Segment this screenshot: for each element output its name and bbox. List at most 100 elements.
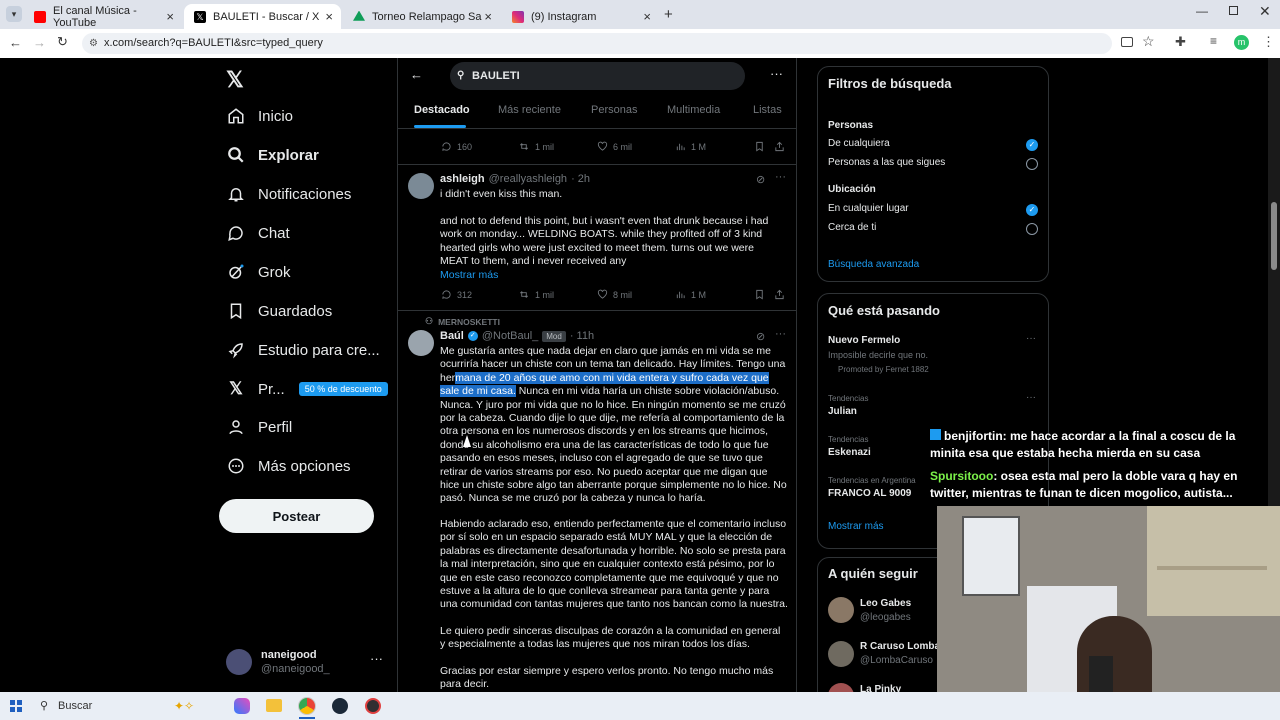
forward-icon[interactable]: → bbox=[33, 35, 46, 50]
filter-option-near-you[interactable]: Cerca de ti bbox=[828, 222, 876, 233]
post-baul[interactable]: ⚇ MERNOSKETTI Baúl ✓ @NotBaul_ Mod · 11h… bbox=[398, 311, 796, 692]
reply-button[interactable]: 312 bbox=[441, 289, 472, 300]
tab-label: Torneo Relampago Sanzi - Goo bbox=[372, 10, 482, 23]
radio-anywhere-checked[interactable]: ✓ bbox=[1026, 204, 1038, 216]
post-button[interactable]: Postear bbox=[219, 499, 374, 533]
minimize-button[interactable]: — bbox=[1196, 4, 1208, 18]
tab-x-search[interactable]: 𝕏 BAULETI - Buscar / X × bbox=[184, 4, 341, 29]
radio-anyone-checked[interactable]: ✓ bbox=[1026, 139, 1038, 151]
profile-avatar[interactable]: m bbox=[1234, 35, 1249, 50]
post-time[interactable]: · 11h bbox=[570, 330, 594, 342]
reply-button[interactable]: 160 bbox=[441, 141, 472, 152]
nav-item-notifications[interactable]: Notificaciones bbox=[226, 184, 351, 204]
drive-icon bbox=[353, 10, 365, 21]
tab-google-sheet[interactable]: Torneo Relampago Sanzi - Goo × bbox=[343, 4, 500, 29]
tab-personas[interactable]: Personas bbox=[591, 104, 637, 116]
filter-option-anywhere[interactable]: En cualquier lugar bbox=[828, 203, 909, 214]
site-info-icon[interactable]: ⚙ bbox=[89, 33, 98, 54]
obs-icon[interactable] bbox=[365, 698, 381, 714]
bookmark-icon[interactable] bbox=[754, 289, 765, 300]
advanced-search-link[interactable]: Búsqueda avanzada bbox=[828, 259, 919, 270]
close-icon[interactable]: × bbox=[643, 9, 651, 24]
chrome-icon[interactable] bbox=[298, 697, 316, 715]
steam-icon[interactable] bbox=[332, 698, 348, 714]
restore-button[interactable] bbox=[1229, 6, 1238, 15]
like-button[interactable]: 6 mil bbox=[597, 141, 632, 152]
browser-menu-icon[interactable]: ⋮ bbox=[1262, 34, 1275, 50]
author-name[interactable]: ashleigh bbox=[440, 173, 485, 185]
nav-item-premium[interactable]: 𝕏 Pr... 50 % de descuento bbox=[226, 379, 388, 399]
grok-icon[interactable]: ⊘ bbox=[756, 330, 765, 343]
avatar[interactable] bbox=[828, 641, 854, 667]
close-icon[interactable]: × bbox=[325, 9, 333, 24]
file-explorer-icon[interactable] bbox=[266, 699, 282, 712]
copilot-icon[interactable] bbox=[234, 698, 250, 714]
account-switcher[interactable]: naneigood @naneigood_ ··· bbox=[226, 649, 386, 683]
show-more-link[interactable]: Mostrar más bbox=[440, 269, 498, 281]
radio-following[interactable] bbox=[1026, 158, 1038, 170]
views-stat[interactable]: 1 M bbox=[675, 289, 706, 300]
nav-item-home[interactable]: Inicio bbox=[226, 106, 293, 126]
avatar[interactable] bbox=[828, 597, 854, 623]
windows-start-icon[interactable] bbox=[10, 700, 22, 712]
scrollbar-thumb[interactable] bbox=[1271, 202, 1277, 270]
more-icon[interactable]: ··· bbox=[775, 171, 786, 183]
more-icon[interactable]: ··· bbox=[775, 328, 786, 340]
nav-item-more[interactable]: Más opciones bbox=[226, 456, 351, 476]
nav-item-grok[interactable]: Grok bbox=[226, 262, 291, 282]
back-arrow-icon[interactable]: ← bbox=[410, 67, 423, 82]
tab-list-button[interactable]: ▾ bbox=[6, 6, 22, 22]
back-icon[interactable]: ← bbox=[9, 35, 22, 50]
tab-mas-reciente[interactable]: Más reciente bbox=[498, 104, 561, 116]
taskbar-search[interactable]: ⚲ Buscar ✦✧ bbox=[34, 695, 219, 717]
framed-jersey bbox=[962, 516, 1020, 596]
tab-listas[interactable]: Listas bbox=[753, 104, 782, 116]
more-icon[interactable]: ··· bbox=[370, 651, 383, 666]
repost-button[interactable]: 1 mil bbox=[518, 289, 554, 300]
nav-item-creator-studio[interactable]: Estudio para cre... bbox=[226, 340, 380, 360]
x-logo-icon[interactable]: 𝕏 bbox=[226, 67, 244, 93]
bookmark-icon[interactable] bbox=[754, 141, 765, 152]
search-input[interactable]: ⚲ BAULETI bbox=[450, 62, 745, 90]
address-bar[interactable]: ⚙ x.com/search?q=BAULETI&src=typed_query bbox=[82, 33, 1112, 54]
nav-item-bookmarks[interactable]: Guardados bbox=[226, 301, 332, 321]
community-context: ⚇ MERNOSKETTI bbox=[425, 316, 500, 327]
avatar[interactable] bbox=[408, 173, 434, 199]
star-icon[interactable]: ☆ bbox=[1142, 33, 1155, 50]
trends-show-more[interactable]: Mostrar más bbox=[828, 521, 884, 532]
like-button[interactable]: 8 mil bbox=[597, 289, 632, 300]
tab-destacado[interactable]: Destacado bbox=[414, 104, 470, 116]
tab-youtube[interactable]: El canal Música - YouTube × bbox=[24, 4, 182, 29]
nav-item-explore[interactable]: Explorar bbox=[226, 145, 319, 165]
repost-button[interactable]: 1 mil bbox=[518, 141, 554, 152]
nav-item-chat[interactable]: Chat bbox=[226, 223, 290, 243]
close-icon[interactable]: × bbox=[166, 9, 174, 24]
cast-icon[interactable] bbox=[1121, 37, 1133, 47]
grok-icon[interactable]: ⊘ bbox=[756, 173, 765, 186]
tab-multimedia[interactable]: Multimedia bbox=[667, 104, 720, 116]
filter-option-following[interactable]: Personas a las que sigues bbox=[828, 157, 945, 168]
more-icon[interactable]: ··· bbox=[1026, 333, 1036, 344]
author-handle[interactable]: @NotBaul_ bbox=[482, 330, 538, 342]
new-tab-button[interactable]: + bbox=[664, 6, 673, 23]
views-stat[interactable]: 1 M bbox=[675, 141, 706, 152]
post-ashleigh[interactable]: ashleigh @reallyashleigh · 2h ⊘ ··· i di… bbox=[398, 165, 796, 310]
author-name[interactable]: Baúl bbox=[440, 330, 464, 342]
avatar[interactable] bbox=[408, 330, 434, 356]
more-options-icon[interactable]: ··· bbox=[770, 66, 783, 81]
filter-option-anyone[interactable]: De cualquiera bbox=[828, 138, 890, 149]
post-time[interactable]: · 2h bbox=[571, 173, 590, 185]
media-icon[interactable]: ≡ bbox=[1210, 34, 1217, 48]
close-window-button[interactable]: ✕ bbox=[1259, 3, 1271, 20]
avatar[interactable] bbox=[828, 683, 854, 692]
nav-item-profile[interactable]: Perfil bbox=[226, 417, 292, 437]
reload-icon[interactable]: ↻ bbox=[57, 34, 68, 50]
share-icon[interactable] bbox=[774, 289, 785, 300]
author-handle[interactable]: @reallyashleigh bbox=[489, 173, 567, 185]
close-icon[interactable]: × bbox=[484, 9, 492, 24]
radio-near-you[interactable] bbox=[1026, 223, 1038, 235]
tab-instagram[interactable]: (9) Instagram × bbox=[502, 4, 659, 29]
more-icon[interactable]: ··· bbox=[1026, 392, 1036, 403]
share-icon[interactable] bbox=[774, 141, 785, 152]
extensions-icon[interactable]: ✚ bbox=[1175, 34, 1186, 50]
